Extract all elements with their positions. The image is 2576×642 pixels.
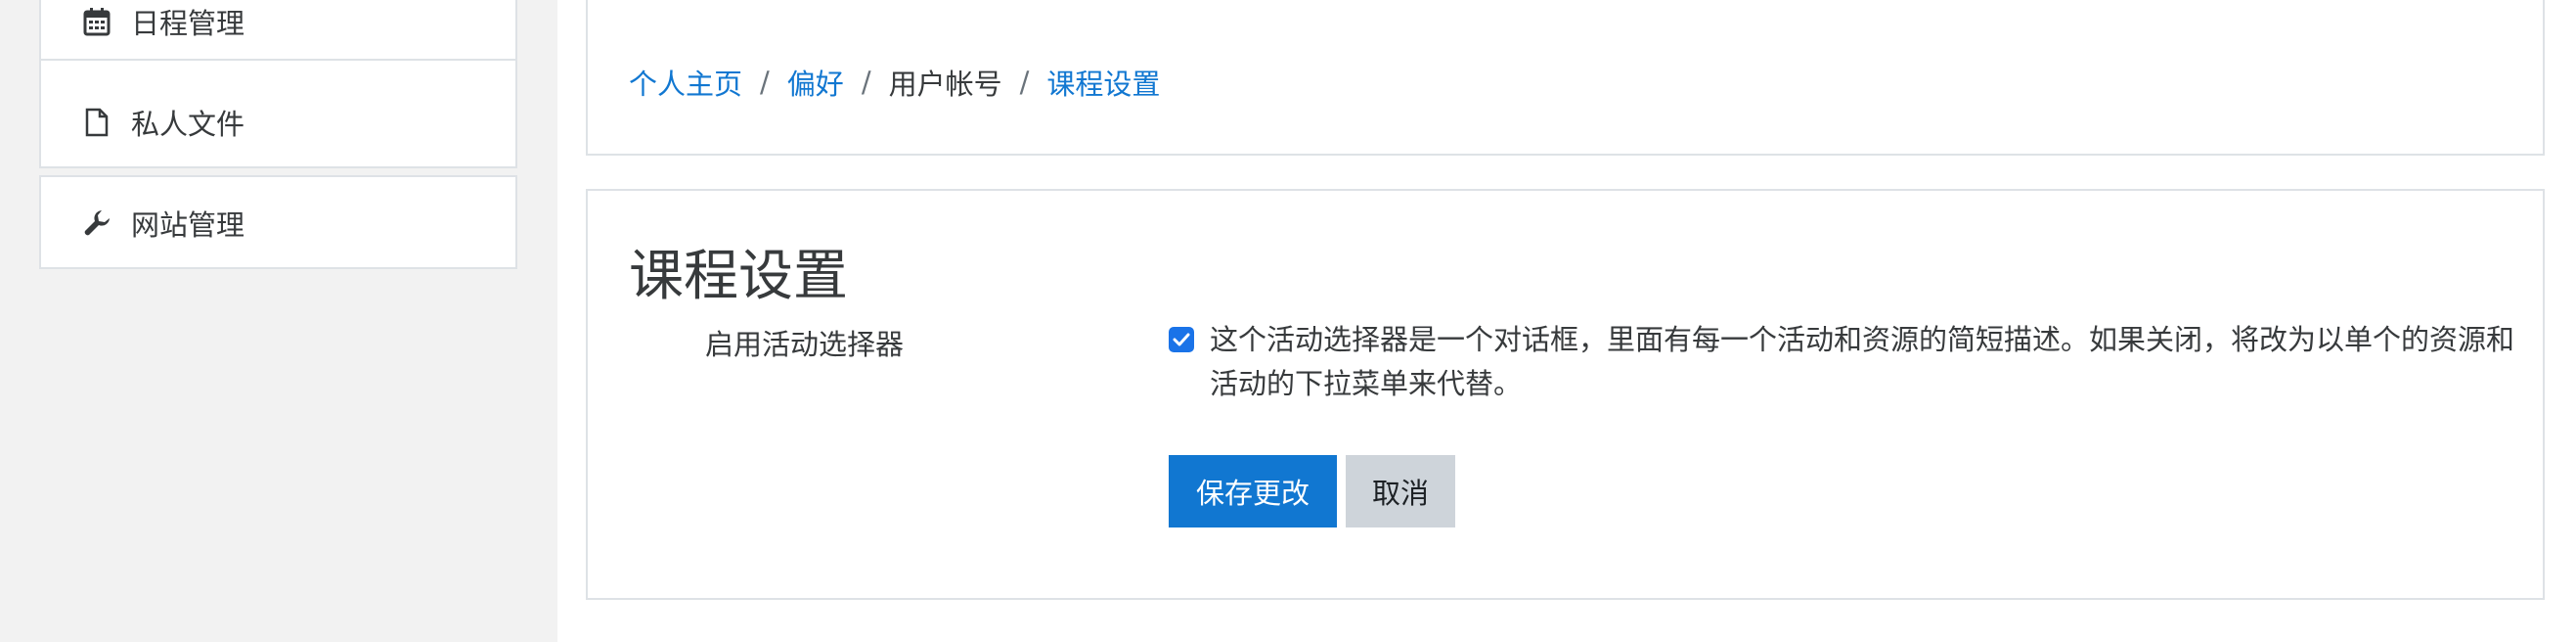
calendar-icon: [80, 5, 113, 38]
wrench-icon: [80, 206, 113, 240]
save-button[interactable]: 保存更改: [1169, 455, 1337, 527]
sidebar: 日程管理 私人文件 网站管理: [0, 0, 557, 642]
setting-label: 启用活动选择器: [705, 328, 905, 361]
file-icon: [80, 106, 113, 139]
breadcrumb-separator: /: [861, 66, 871, 99]
activity-chooser-checkbox[interactable]: [1169, 327, 1194, 352]
breadcrumb-user-account: 用户帐号: [888, 68, 1002, 101]
breadcrumb-separator: /: [1019, 66, 1030, 99]
sidebar-item-label: 网站管理: [131, 208, 245, 242]
check-icon: [1173, 333, 1190, 346]
breadcrumb-preferences[interactable]: 偏好: [787, 62, 844, 103]
sidebar-item-calendar[interactable]: 日程管理: [41, 0, 515, 61]
sidebar-item-label: 日程管理: [131, 7, 245, 40]
breadcrumb-separator: /: [760, 66, 770, 99]
nav-block-admin: 网站管理: [39, 175, 517, 269]
setting-description: 这个活动选择器是一个对话框，里面有每一个活动和资源的简短描述。如果关闭，将改为以…: [1210, 323, 2515, 400]
breadcrumb-course-settings[interactable]: 课程设置: [1046, 62, 1160, 103]
breadcrumb: 个人主页 / 偏好 / 用户帐号 / 课程设置: [629, 62, 1160, 103]
settings-card: 课程设置 启用活动选择器 这个活动选择器是一个对话框，里面有每一个活动和资源的简…: [586, 189, 2545, 600]
sidebar-item-label: 私人文件: [131, 108, 245, 141]
page-header-card: 个人主页 / 偏好 / 用户帐号 / 课程设置: [586, 0, 2545, 156]
cancel-button[interactable]: 取消: [1346, 455, 1455, 527]
sidebar-item-site-admin[interactable]: 网站管理: [41, 177, 515, 269]
page-title: 课程设置: [629, 245, 848, 308]
sidebar-item-private-files[interactable]: 私人文件: [41, 76, 515, 168]
breadcrumb-home[interactable]: 个人主页: [629, 62, 742, 103]
nav-block: 日程管理 私人文件: [39, 0, 517, 168]
